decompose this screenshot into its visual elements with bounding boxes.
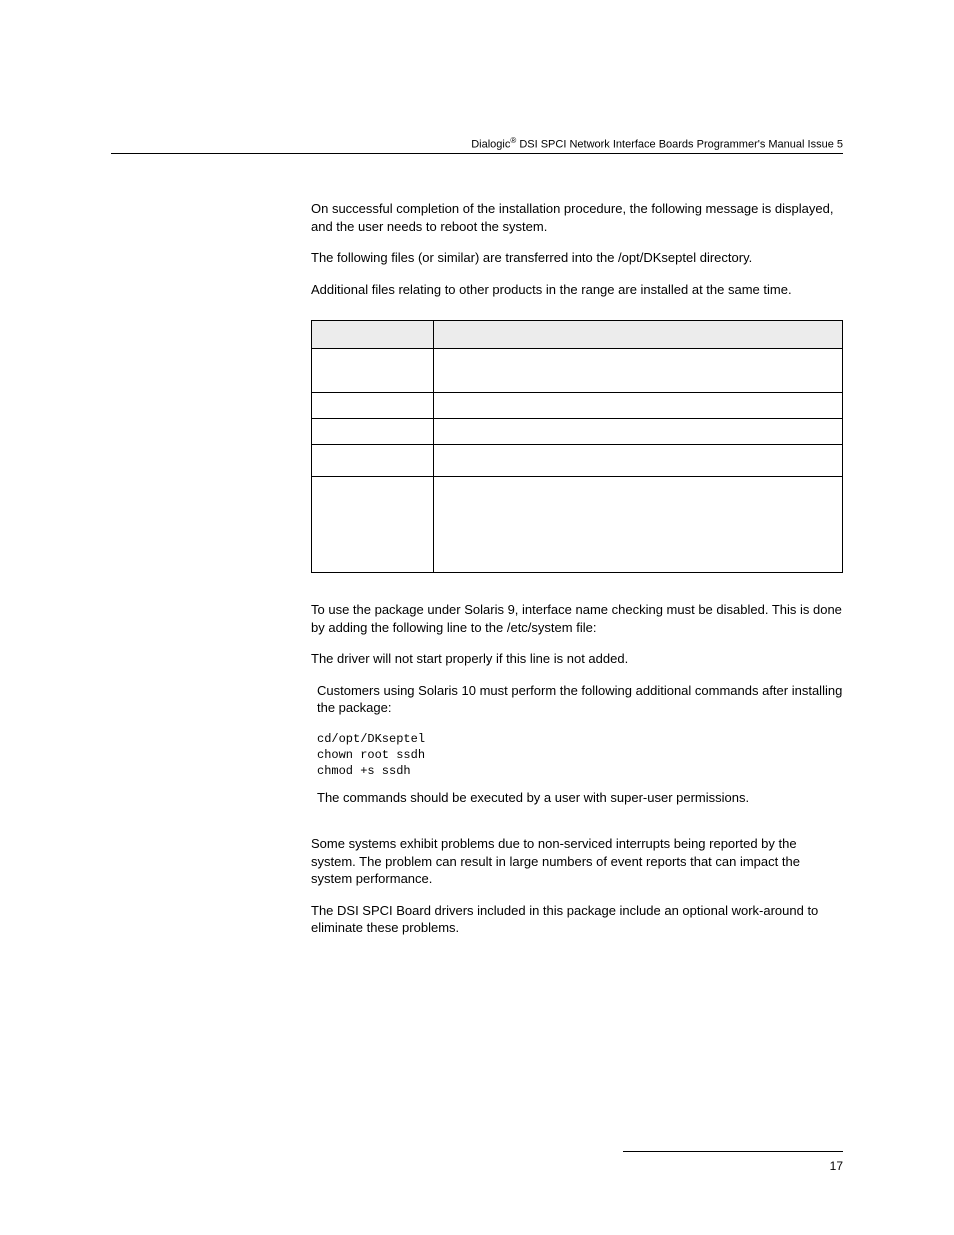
- table-header-row: [312, 321, 843, 349]
- table-row: [312, 419, 843, 445]
- solaris10-block: Customers using Solaris 10 must perform …: [317, 682, 843, 807]
- body-content: On successful completion of the installa…: [311, 200, 843, 951]
- files-table: [311, 320, 843, 573]
- table-header-cell: [312, 321, 434, 349]
- table-cell: [434, 419, 843, 445]
- table-cell: [312, 477, 434, 573]
- page: Dialogic® DSI SPCI Network Interface Boa…: [0, 0, 954, 1235]
- table-row: [312, 477, 843, 573]
- table-cell: [312, 393, 434, 419]
- page-number: 17: [830, 1159, 843, 1173]
- table-cell: [434, 349, 843, 393]
- footer-rule: [623, 1151, 843, 1152]
- table-header-cell: [434, 321, 843, 349]
- header-title: DSI SPCI Network Interface Boards Progra…: [516, 139, 843, 151]
- table-cell: [434, 477, 843, 573]
- table-row: [312, 393, 843, 419]
- table-cell: [434, 445, 843, 477]
- paragraph: The following files (or similar) are tra…: [311, 249, 843, 267]
- header-brand: Dialogic: [471, 139, 510, 151]
- paragraph: Customers using Solaris 10 must perform …: [317, 682, 843, 717]
- paragraph: Some systems exhibit problems due to non…: [311, 835, 843, 888]
- table-cell: [312, 445, 434, 477]
- table-cell: [434, 393, 843, 419]
- paragraph: On successful completion of the installa…: [311, 200, 843, 235]
- table-cell: [312, 419, 434, 445]
- paragraph: The DSI SPCI Board drivers included in t…: [311, 902, 843, 937]
- table-cell: [312, 349, 434, 393]
- header-rule: [111, 153, 843, 154]
- running-header: Dialogic® DSI SPCI Network Interface Boa…: [471, 136, 843, 151]
- paragraph: The commands should be executed by a use…: [317, 789, 843, 807]
- paragraph: The driver will not start properly if th…: [311, 650, 843, 668]
- command-block: cd/opt/DKseptel chown root ssdh chmod +s…: [317, 731, 843, 780]
- paragraph: To use the package under Solaris 9, inte…: [311, 601, 843, 636]
- paragraph: Additional files relating to other produ…: [311, 281, 843, 299]
- table-row: [312, 445, 843, 477]
- table-row: [312, 349, 843, 393]
